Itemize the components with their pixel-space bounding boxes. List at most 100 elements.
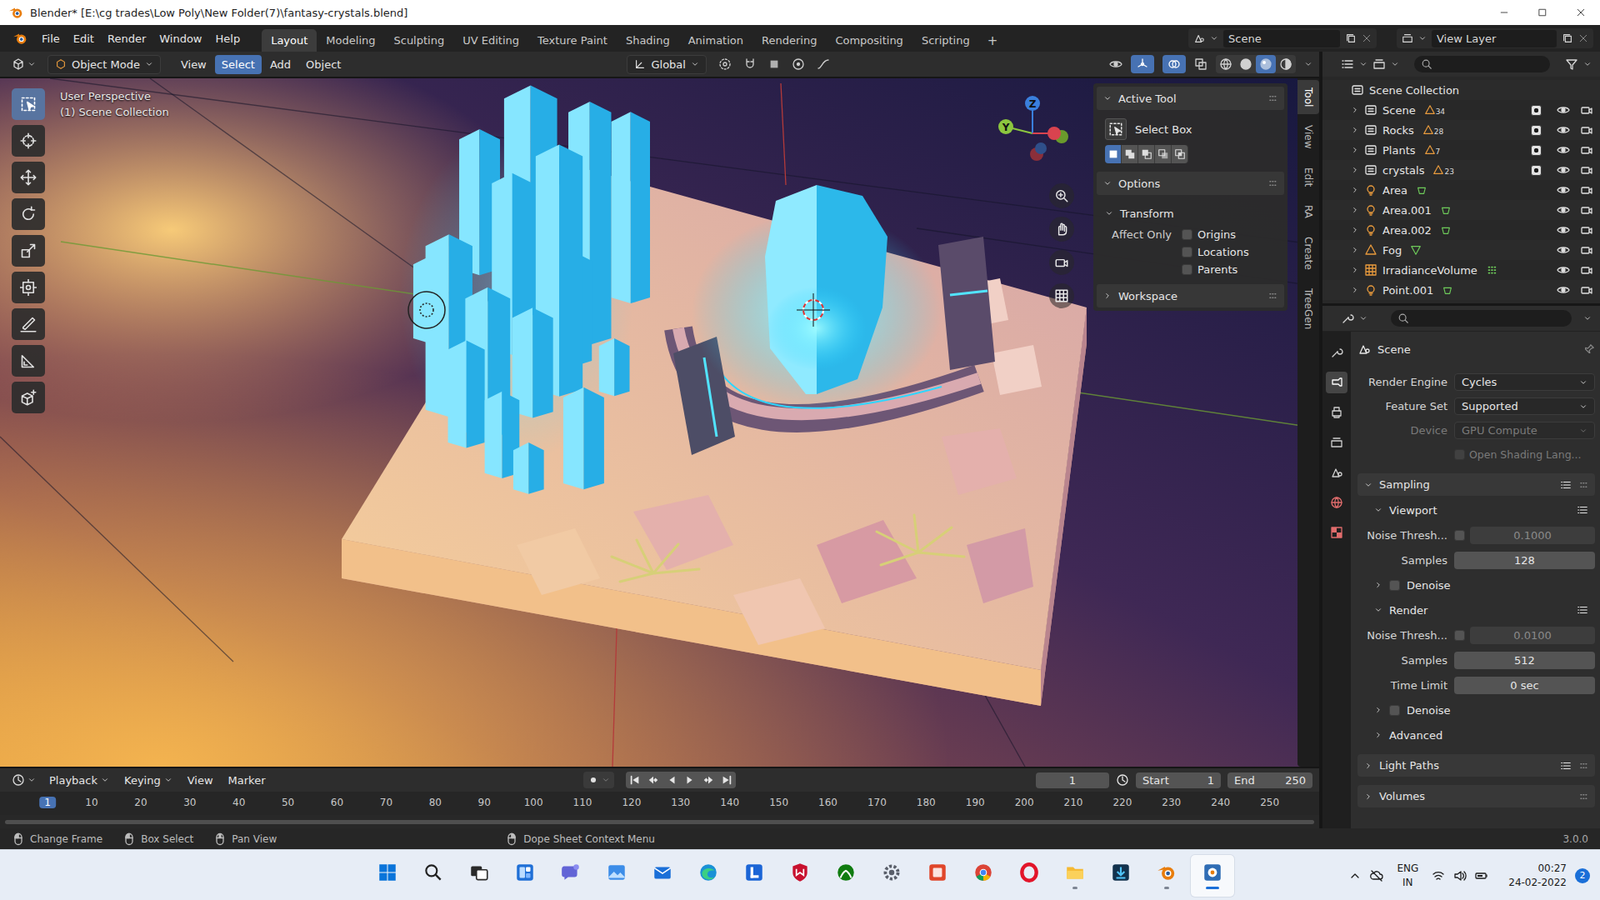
checkbox[interactable] [1181, 264, 1193, 275]
pan-button[interactable] [1049, 216, 1075, 242]
frame-number[interactable]: 10 [85, 796, 98, 809]
current-frame-field[interactable]: 1 [1035, 772, 1110, 789]
proportional-edit-icon[interactable] [791, 57, 805, 71]
taskbar-app[interactable] [640, 855, 685, 897]
properties-icon[interactable] [1340, 311, 1355, 325]
outliner-icon[interactable] [1340, 57, 1355, 71]
drag-handle-icon[interactable] [1267, 290, 1278, 301]
taskbar-app[interactable] [411, 855, 455, 897]
copy-icon[interactable] [1345, 32, 1357, 45]
presets-icon[interactable] [1576, 604, 1589, 616]
frame-number[interactable]: 220 [1112, 796, 1132, 809]
filter-icon[interactable] [1565, 57, 1579, 71]
tool-button[interactable] [11, 235, 45, 267]
taskbar-app[interactable] [961, 855, 1005, 897]
taskbar-app[interactable] [686, 855, 730, 897]
menu-item[interactable]: Edit [66, 29, 101, 49]
playback-button[interactable] [717, 771, 736, 789]
subpanel-header[interactable]: Transform [1105, 203, 1276, 224]
frame-number[interactable]: 170 [867, 796, 887, 809]
timeline-menu[interactable]: Playback [42, 770, 116, 790]
tool-button[interactable] [11, 161, 45, 194]
frame-number[interactable]: 80 [429, 796, 442, 809]
workspace-tab[interactable]: UV Editing [453, 29, 529, 52]
mode-dropdown[interactable]: Object Mode [47, 55, 161, 75]
playback-button[interactable] [662, 771, 681, 789]
ortho-toggle-button[interactable] [1049, 283, 1075, 309]
frame-number[interactable]: 190 [965, 796, 985, 809]
workspace-tab[interactable]: Shading [616, 29, 680, 52]
number-field[interactable]: 512 [1454, 651, 1595, 670]
playback-button[interactable] [625, 771, 645, 789]
shading-mode-button[interactable] [1275, 55, 1296, 74]
editor-type-button[interactable] [6, 54, 41, 75]
zoom-button[interactable] [1049, 183, 1075, 209]
eye-icon[interactable] [1556, 123, 1570, 137]
drag-handle-icon[interactable] [1578, 760, 1589, 771]
selection-mode-button[interactable] [1138, 145, 1155, 164]
frame-number[interactable]: 250 [1260, 796, 1280, 809]
tool-button[interactable] [11, 345, 45, 377]
subpanel-header[interactable]: Denoise [1357, 574, 1595, 596]
panel-header[interactable]: Workspace [1096, 284, 1285, 308]
taskbar-app[interactable] [1007, 855, 1051, 897]
expand-icon[interactable] [1350, 285, 1360, 295]
frame-number[interactable]: 140 [720, 796, 740, 809]
checkbox[interactable] [1454, 630, 1465, 641]
preview-range-icon[interactable] [1115, 773, 1130, 787]
frame-number[interactable]: 50 [281, 796, 295, 809]
blender-menu-button[interactable] [5, 27, 35, 50]
frame-number[interactable]: 240 [1210, 796, 1230, 809]
gizmo-axis-label[interactable]: Y [1001, 121, 1010, 134]
property-dropdown[interactable]: Supported [1454, 397, 1595, 415]
expand-icon[interactable] [1350, 205, 1360, 215]
camera-icon[interactable] [1580, 203, 1594, 217]
subpanel-header[interactable]: Advanced [1357, 724, 1595, 746]
outliner-row[interactable]: Area [1322, 180, 1600, 200]
selection-mode-button[interactable] [1155, 145, 1172, 164]
workspace-tab[interactable]: Texture Paint [528, 29, 617, 52]
expand-icon[interactable] [1350, 125, 1360, 135]
header-menu[interactable]: Add [263, 55, 298, 75]
camera-icon[interactable] [1580, 183, 1594, 197]
close-button[interactable] [1561, 0, 1600, 25]
subpanel-header[interactable]: Render [1357, 599, 1595, 621]
wifi-icon[interactable] [1431, 869, 1445, 883]
properties-tab[interactable] [1325, 371, 1348, 394]
taskbar-app[interactable] [457, 855, 501, 897]
expand-icon[interactable] [1350, 265, 1360, 275]
camera-icon[interactable] [1580, 163, 1594, 177]
checkbox-label[interactable]: Locations [1197, 245, 1250, 259]
remove-icon[interactable] [1578, 33, 1589, 44]
frame-number[interactable]: 100 [524, 796, 544, 809]
expand-icon[interactable] [1350, 105, 1360, 115]
panel-header[interactable]: Options [1096, 171, 1285, 195]
number-field[interactable]: 0 sec [1454, 676, 1595, 695]
property-dropdown[interactable]: Cycles [1454, 373, 1595, 391]
language-indicator[interactable]: ENGIN [1396, 861, 1419, 889]
header-menu[interactable]: View [174, 55, 214, 75]
auto-keying-button[interactable] [583, 771, 615, 789]
menu-item[interactable]: Help [209, 29, 248, 49]
outliner-row[interactable]: Plants7 [1322, 140, 1600, 160]
presets-icon[interactable] [1576, 504, 1589, 516]
copy-icon[interactable] [1561, 32, 1574, 45]
pivot-icon[interactable] [718, 57, 732, 71]
properties-tab[interactable] [1325, 461, 1348, 484]
expand-icon[interactable] [1350, 165, 1360, 175]
clock[interactable]: 00:2724-02-2022 [1508, 861, 1567, 890]
drag-handle-icon[interactable] [1578, 791, 1589, 802]
falloff-icon[interactable] [816, 57, 830, 71]
camera-icon[interactable] [1580, 123, 1594, 137]
expand-icon[interactable] [1350, 245, 1360, 255]
properties-tab[interactable] [1325, 341, 1348, 364]
checkbox[interactable] [1454, 530, 1465, 541]
eye-icon[interactable] [1556, 203, 1570, 217]
sidebar-tab[interactable]: TreeGen [1297, 280, 1320, 337]
workspace-tab[interactable]: Modeling [316, 29, 385, 52]
eye-icon[interactable] [1556, 223, 1570, 237]
taskbar-app[interactable] [1099, 855, 1143, 897]
panel-header[interactable]: Volumes [1357, 785, 1595, 808]
checkbox-label[interactable]: Origins [1197, 228, 1236, 241]
panel-header[interactable]: Sampling [1357, 473, 1595, 496]
